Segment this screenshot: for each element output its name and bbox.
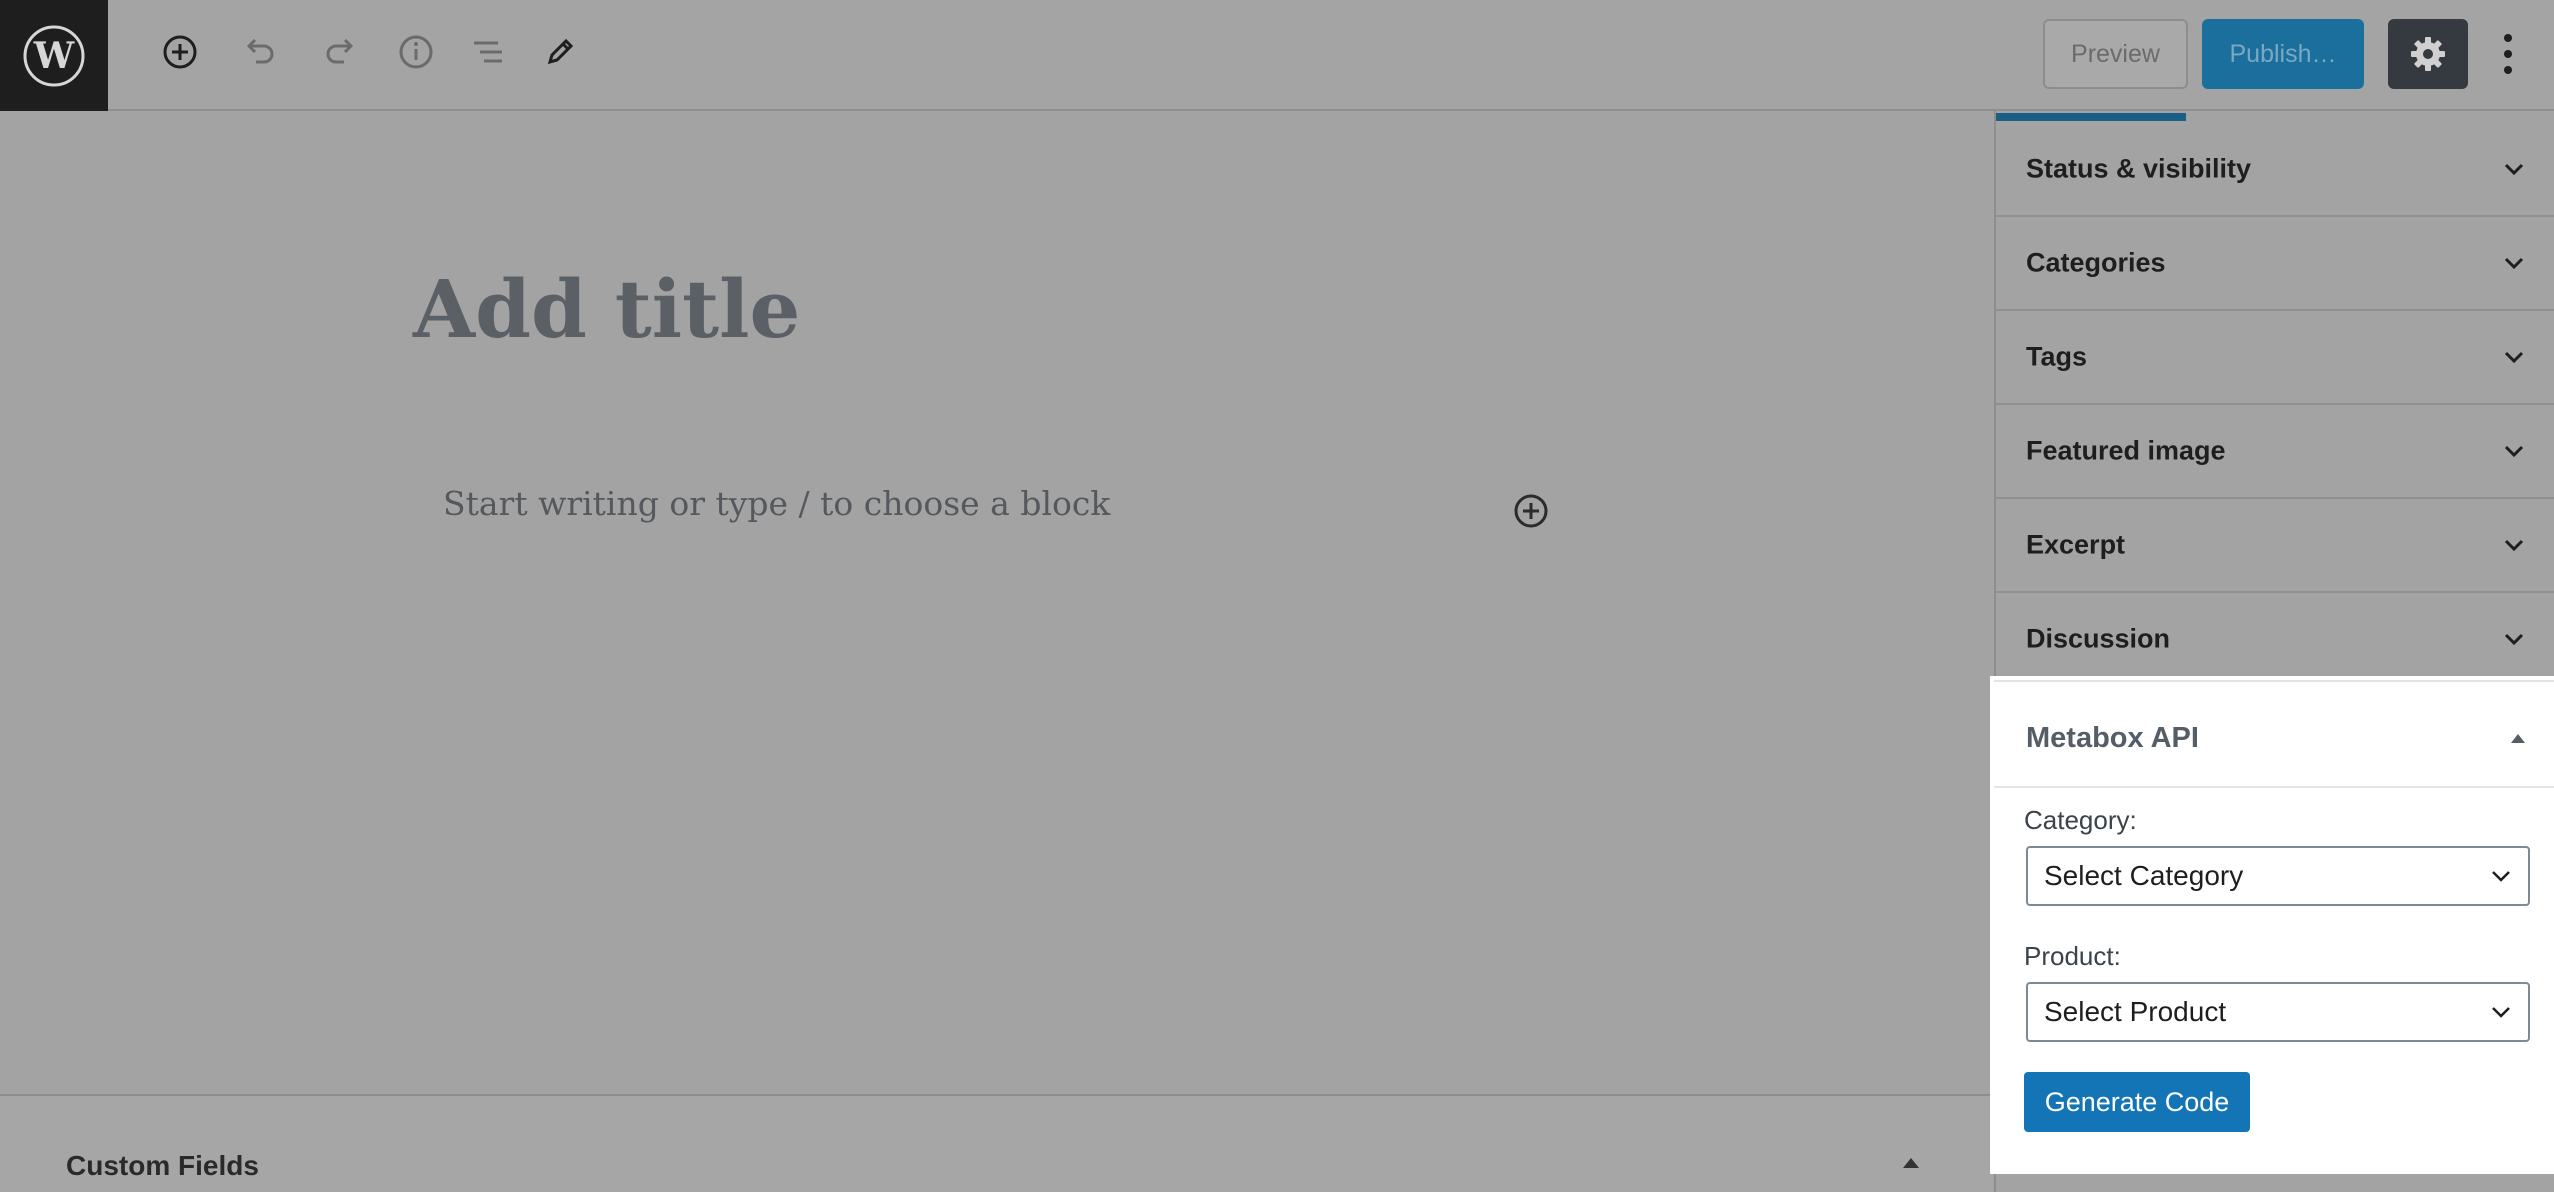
info-icon[interactable] xyxy=(392,28,440,76)
settings-button[interactable] xyxy=(2388,19,2468,89)
panel-status-visibility[interactable]: Status & visibility xyxy=(1996,123,2554,217)
panel-discussion[interactable]: Discussion xyxy=(1996,593,2554,687)
chevron-down-icon xyxy=(2492,1007,2510,1018)
publish-button[interactable]: Publish… xyxy=(2202,19,2364,89)
preview-button[interactable]: Preview xyxy=(2043,19,2188,89)
chevron-down-icon xyxy=(2504,445,2524,458)
meta-boxes-area xyxy=(0,1094,1993,1192)
chevron-down-icon xyxy=(2504,257,2524,270)
panel-label: Categories xyxy=(2026,247,2166,278)
category-label: Category: xyxy=(2024,805,2137,835)
panel-categories[interactable]: Categories xyxy=(1996,217,2554,311)
panel-featured-image[interactable]: Featured image xyxy=(1996,405,2554,499)
panel-excerpt[interactable]: Excerpt xyxy=(1996,499,2554,593)
block-navigation-icon[interactable] xyxy=(464,28,512,76)
vertical-ellipsis-icon xyxy=(2504,34,2512,74)
triangle-up-icon[interactable] xyxy=(2507,728,2529,750)
add-block-icon[interactable] xyxy=(156,28,204,76)
chevron-down-icon xyxy=(2504,539,2524,552)
category-select[interactable]: Select Category xyxy=(2026,846,2530,906)
product-label: Product: xyxy=(2024,941,2121,971)
chevron-down-icon xyxy=(2504,633,2524,646)
panel-label: Excerpt xyxy=(2026,529,2126,560)
wordpress-icon: W xyxy=(23,25,85,86)
category-select-value: Select Category xyxy=(2044,860,2244,891)
redo-icon[interactable] xyxy=(316,28,364,76)
panel-label: Status & visibility xyxy=(2026,153,2252,184)
metabox-header[interactable]: Metabox API xyxy=(1994,680,2554,788)
active-tab-indicator xyxy=(1996,113,2186,121)
triangle-up-icon[interactable] xyxy=(1900,1152,1922,1174)
chevron-down-icon xyxy=(2492,871,2510,882)
editor-header: W Preview Publish… xyxy=(0,0,2554,111)
more-options-button[interactable] xyxy=(2485,22,2531,86)
edit-mode-icon[interactable] xyxy=(536,28,584,76)
wordpress-logo[interactable]: W xyxy=(0,0,108,111)
post-title-input[interactable]: Add title xyxy=(413,262,800,356)
product-select-value: Select Product xyxy=(2044,996,2227,1027)
gear-icon xyxy=(2411,37,2445,71)
chevron-down-icon xyxy=(2504,351,2524,364)
panel-label: Tags xyxy=(2026,341,2088,372)
block-inserter-button[interactable] xyxy=(1510,490,1552,532)
metabox-api-panel: Metabox API Category: Select Category Pr… xyxy=(1994,680,2554,1170)
panel-label: Discussion xyxy=(2026,623,2171,654)
metabox-title: Metabox API xyxy=(2026,722,2199,754)
svg-text:W: W xyxy=(33,35,75,77)
product-select[interactable]: Select Product xyxy=(2026,982,2530,1042)
panel-tags[interactable]: Tags xyxy=(1996,311,2554,405)
custom-fields-title[interactable]: Custom Fields xyxy=(66,1150,259,1182)
block-placeholder[interactable]: Start writing or type / to choose a bloc… xyxy=(443,484,1110,523)
generate-code-button[interactable]: Generate Code xyxy=(2024,1072,2250,1132)
chevron-down-icon xyxy=(2504,163,2524,176)
undo-icon[interactable] xyxy=(236,28,284,76)
add-block-icon xyxy=(1514,494,1548,528)
panel-label: Featured image xyxy=(2026,435,2226,466)
